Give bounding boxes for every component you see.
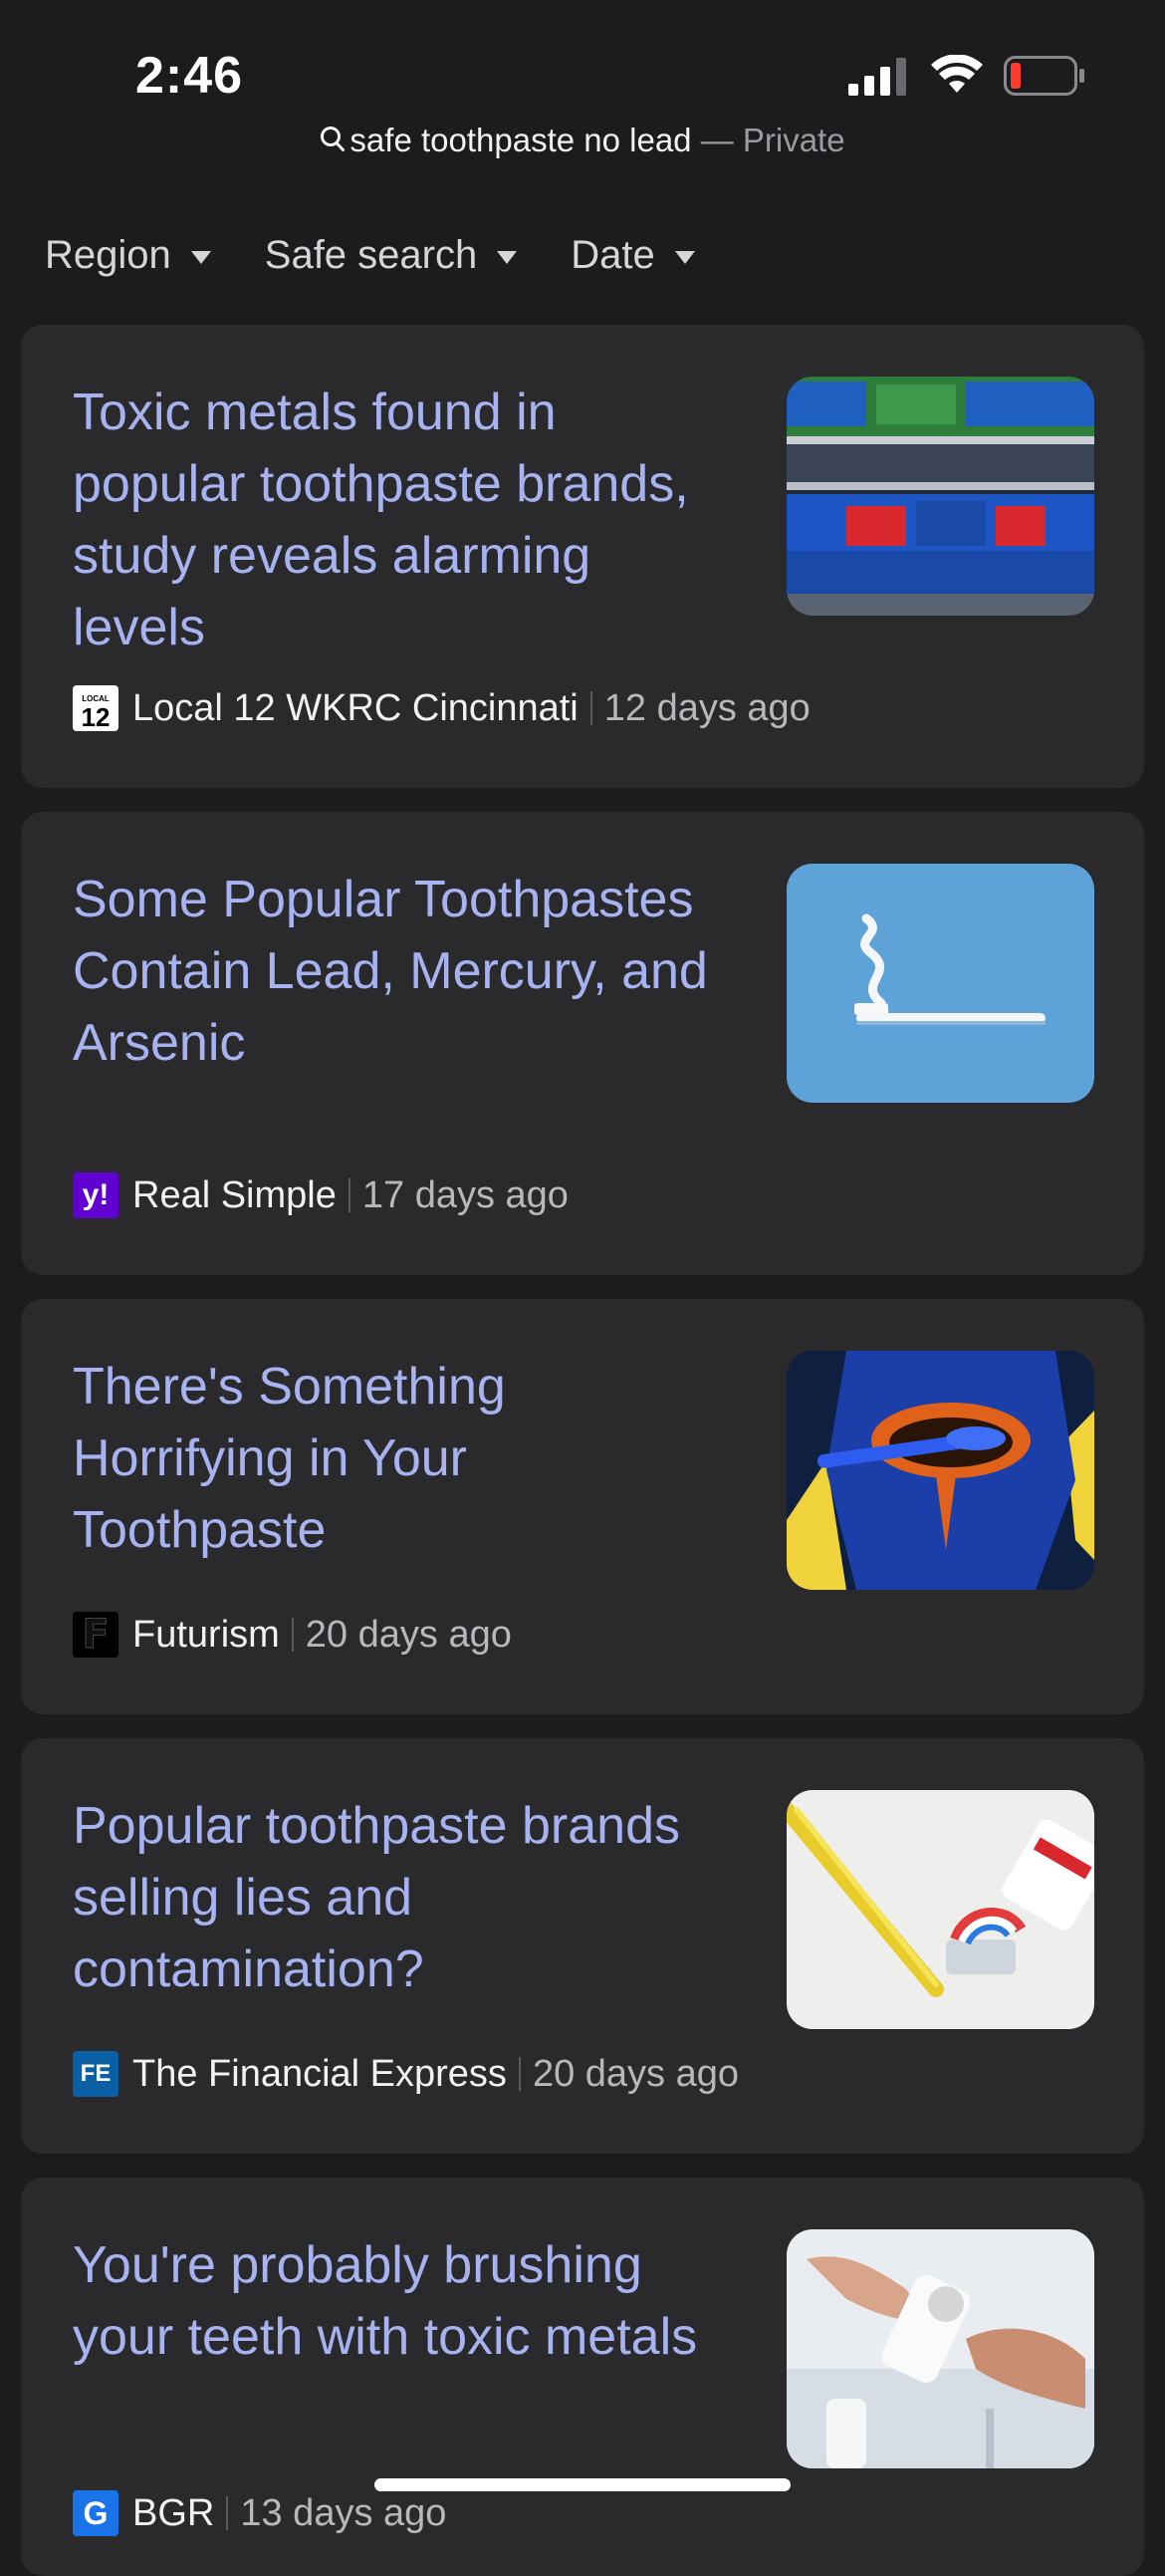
status-bar: 2:46 safe toothpaste no lead — Private <box>0 0 1165 158</box>
wifi-icon <box>931 55 983 93</box>
filter-bar: Region Safe search Date <box>45 225 749 285</box>
local-12-logo-icon: LOCAL 12 <box>73 685 118 731</box>
safe-search-filter-label: Safe search <box>264 232 478 277</box>
result-meta: y! Real Simple 17 days ago <box>73 1172 569 1218</box>
divider <box>589 691 592 725</box>
chevron-down-icon <box>497 250 518 264</box>
result-thumbnail[interactable] <box>787 1351 1094 1590</box>
result-meta: F Futurism 20 days ago <box>73 1612 512 1659</box>
result-source: Local 12 WKRC Cincinnati <box>132 686 579 729</box>
home-indicator[interactable] <box>374 2478 791 2491</box>
search-icon <box>321 127 346 151</box>
result-title[interactable]: Popular toothpaste brands selling lies a… <box>73 1790 720 2005</box>
bgr-logo-icon: G <box>73 2490 118 2536</box>
chevron-down-icon <box>190 250 211 264</box>
result-title[interactable]: You're probably brushing your teeth with… <box>73 2229 720 2373</box>
result-source: Real Simple <box>132 1173 337 1216</box>
status-time: 2:46 <box>135 47 244 105</box>
news-result-card[interactable]: There's Something Horrifying in Your Too… <box>21 1299 1144 1714</box>
date-filter-label: Date <box>571 232 655 277</box>
result-thumbnail[interactable] <box>787 2229 1094 2468</box>
hands-with-toothpaste-image <box>787 2229 1094 2468</box>
cellular-signal-icon <box>848 58 906 96</box>
toothbrush-image <box>787 864 1094 1103</box>
divider <box>226 2496 229 2530</box>
financial-express-logo-icon: FE <box>73 2051 118 2097</box>
result-age: 20 days ago <box>532 2052 739 2095</box>
result-title[interactable]: There's Something Horrifying in Your Too… <box>73 1351 720 1566</box>
news-result-card[interactable]: You're probably brushing your teeth with… <box>21 2178 1144 2576</box>
result-title[interactable]: Some Popular Toothpastes Contain Lead, M… <box>73 864 720 1079</box>
toothpaste-shelf-image <box>787 377 1094 616</box>
result-age: 17 days ago <box>361 1173 569 1216</box>
yahoo-logo-icon: y! <box>73 1172 118 1218</box>
result-age: 13 days ago <box>240 2491 447 2534</box>
result-thumbnail[interactable] <box>787 377 1094 616</box>
result-meta: FE The Financial Express 20 days ago <box>73 2051 739 2097</box>
address-bar[interactable]: safe toothpaste no lead — Private <box>0 122 1165 159</box>
brushing-teeth-image <box>787 1351 1094 1590</box>
divider <box>518 2057 521 2091</box>
date-filter[interactable]: Date <box>571 233 695 278</box>
result-source: BGR <box>132 2491 215 2534</box>
result-age: 20 days ago <box>305 1613 512 1656</box>
news-result-card[interactable]: Toxic metals found in popular toothpaste… <box>21 325 1144 788</box>
region-filter[interactable]: Region <box>45 233 211 278</box>
result-thumbnail[interactable] <box>787 864 1094 1103</box>
toothpaste-on-brush-image <box>787 1790 1094 2029</box>
result-source: The Financial Express <box>132 2052 507 2095</box>
divider <box>291 1618 294 1652</box>
divider <box>348 1178 350 1212</box>
private-mode-label: — Private <box>700 122 845 158</box>
region-filter-label: Region <box>45 232 171 277</box>
result-meta: G BGR 13 days ago <box>73 2490 446 2536</box>
result-age: 12 days ago <box>603 686 811 729</box>
futurism-logo-icon: F <box>73 1612 118 1659</box>
result-thumbnail[interactable] <box>787 1790 1094 2029</box>
search-query: safe toothpaste no lead <box>350 122 692 158</box>
chevron-down-icon <box>674 250 695 264</box>
result-source: Futurism <box>132 1613 280 1656</box>
result-meta: LOCAL 12 Local 12 WKRC Cincinnati 12 day… <box>73 685 811 731</box>
result-title[interactable]: Toxic metals found in popular toothpaste… <box>73 377 720 663</box>
news-result-card[interactable]: Some Popular Toothpastes Contain Lead, M… <box>21 812 1144 1275</box>
battery-icon <box>1004 56 1084 96</box>
news-result-card[interactable]: Popular toothpaste brands selling lies a… <box>21 1738 1144 2154</box>
safe-search-filter[interactable]: Safe search <box>264 232 518 278</box>
